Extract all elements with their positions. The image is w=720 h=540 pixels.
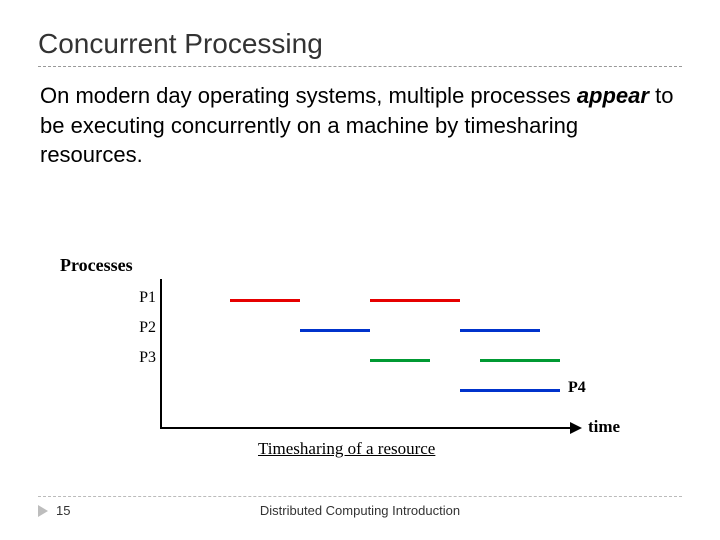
- play-icon: [38, 505, 48, 517]
- footer-divider: [38, 496, 682, 497]
- process-label: P3: [96, 349, 156, 367]
- timeline-segment: [370, 299, 460, 302]
- body-paragraph: On modern day operating systems, multipl…: [38, 81, 678, 170]
- timeline-segment: [370, 359, 430, 362]
- process-label: P2: [96, 319, 156, 337]
- title-divider: [38, 66, 682, 67]
- body-emphasis: appear: [577, 83, 649, 108]
- body-pre: On modern day operating systems, multipl…: [40, 83, 577, 108]
- footer-row: 15 Distributed Computing Introduction: [38, 503, 682, 518]
- timeline-segment: [460, 329, 540, 332]
- y-axis-label: Processes: [60, 255, 133, 276]
- process-label: P4: [568, 379, 628, 397]
- process-label: P1: [96, 289, 156, 307]
- diagram-caption: Timesharing of a resource: [258, 439, 435, 459]
- plot-area: P1P2P3P4: [100, 279, 580, 429]
- slide-title: Concurrent Processing: [38, 28, 682, 60]
- timeline-segment: [230, 299, 300, 302]
- timeline-segment: [480, 359, 560, 362]
- slide-footer: 15 Distributed Computing Introduction: [38, 496, 682, 518]
- x-axis: [160, 427, 580, 429]
- footer-title: Distributed Computing Introduction: [96, 503, 682, 518]
- timesharing-diagram: Processes P1P2P3P4 time Timesharing of a…: [60, 255, 620, 465]
- y-axis: [160, 279, 162, 429]
- page-number: 15: [56, 503, 96, 518]
- x-axis-label: time: [588, 417, 620, 437]
- timeline-segment: [300, 329, 370, 332]
- timeline-segment: [460, 389, 560, 392]
- slide: Concurrent Processing On modern day oper…: [0, 0, 720, 540]
